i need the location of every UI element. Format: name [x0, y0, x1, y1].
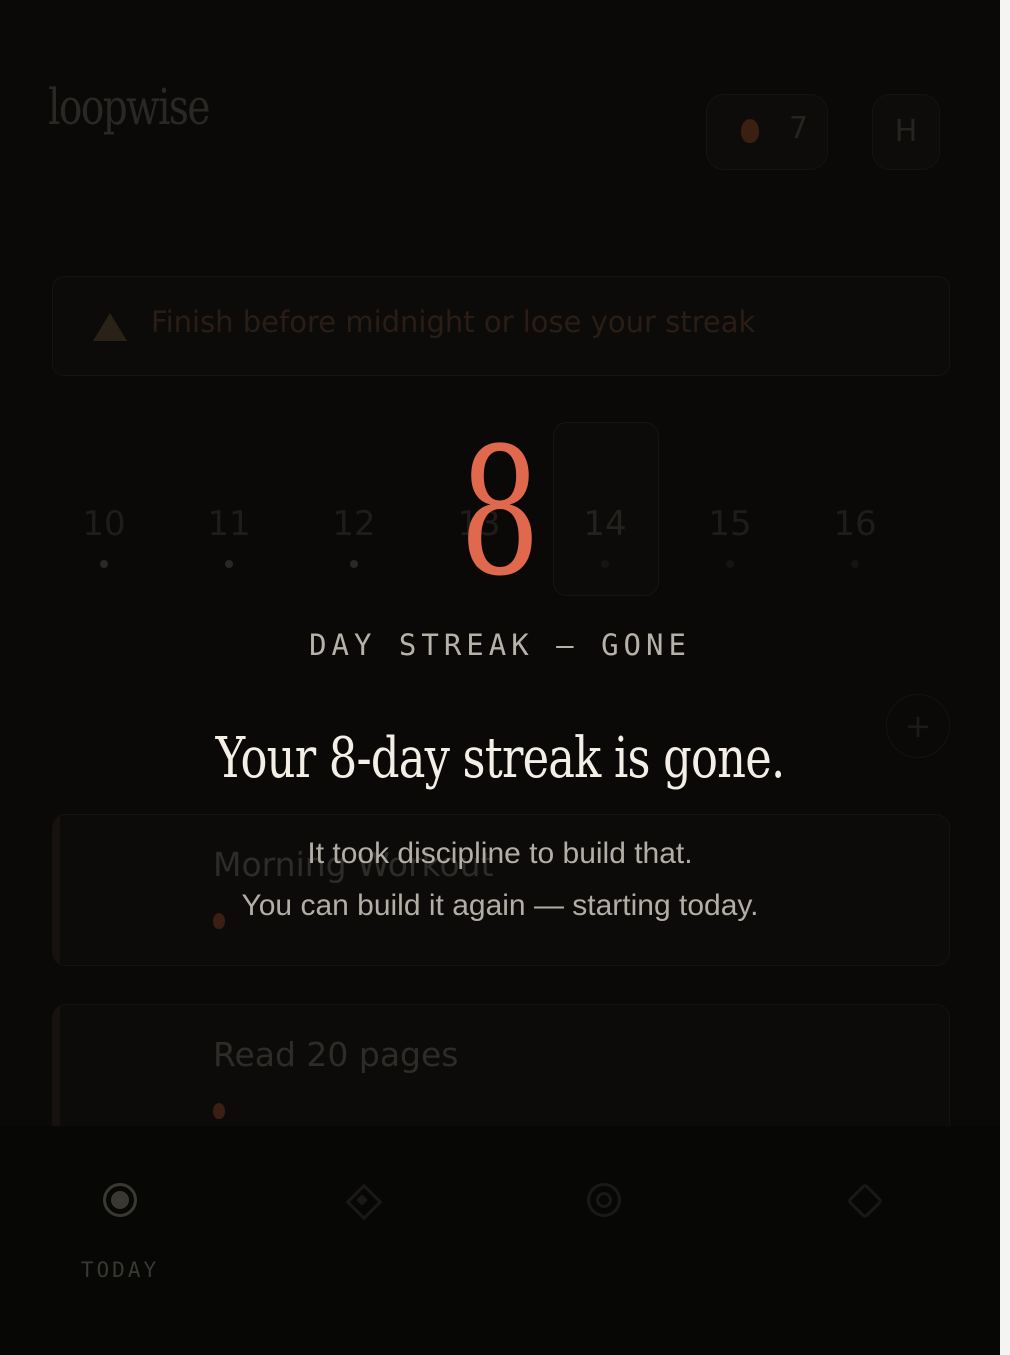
flame-icon — [741, 119, 759, 143]
circle-icon — [586, 1182, 622, 1218]
brand-logo: loopwise — [48, 78, 210, 136]
nav-today[interactable]: TODAY — [30, 1182, 210, 1282]
nav-item-3[interactable] — [514, 1182, 694, 1258]
nav-item-4[interactable] — [772, 1182, 952, 1258]
diamond-icon — [344, 1182, 383, 1221]
window-edge — [1000, 0, 1010, 1355]
day-date: 10 — [82, 504, 126, 544]
day-of-week — [54, 448, 154, 472]
streak-warning-banner: Finish before midnight or lose your stre… — [52, 276, 950, 376]
habit-title: Read 20 pages — [213, 1035, 459, 1074]
target-icon — [102, 1182, 138, 1218]
avatar[interactable]: H — [872, 94, 940, 170]
streak-lost-message-line-2: You can build it again — starting today. — [241, 889, 759, 922]
streak-lost-headline: Your 8-day streak is gone. — [215, 726, 786, 791]
streak-chip[interactable]: 7 — [706, 94, 828, 170]
warning-text: Finish before midnight or lose your stre… — [151, 305, 756, 339]
lost-streak-number: 8 — [459, 410, 541, 615]
streak-lost-message-line-1: It took discipline to build that. — [307, 837, 693, 870]
tag-icon — [844, 1182, 884, 1220]
app-screen: loopwise 7 H Finish before midnight or l… — [0, 0, 1000, 1355]
streak-gone-kicker: DAY STREAK — GONE — [309, 628, 691, 662]
nav-label: TODAY — [80, 1258, 160, 1282]
completion-dot — [100, 560, 108, 568]
warning-icon — [93, 313, 127, 341]
streak-chip-count: 7 — [789, 111, 809, 146]
nav-item-2[interactable] — [272, 1182, 452, 1258]
day-cell[interactable]: 10 — [54, 448, 154, 568]
habit-meta — [213, 1099, 251, 1123]
flame-icon — [213, 1103, 225, 1119]
